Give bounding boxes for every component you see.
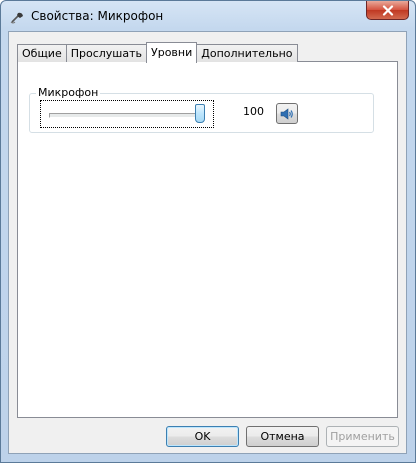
title-bar[interactable]: Свойства: Микрофон [1,1,415,31]
cancel-button[interactable]: Отмена [246,426,319,447]
levels-tab-page: Микрофон 100 [17,61,398,418]
microphone-icon [9,9,25,25]
properties-window: Свойства: Микрофон Общие Прослушать Уров… [0,0,416,463]
slider-track [49,113,205,118]
tab-advanced[interactable]: Дополнительно [196,44,298,62]
close-icon [382,4,393,16]
dialog-client-area: Общие Прослушать Уровни Дополнительно Ми… [8,31,407,454]
tab-strip: Общие Прослушать Уровни Дополнительно [17,42,298,63]
window-title: Свойства: Микрофон [31,9,164,23]
tab-general[interactable]: Общие [17,44,67,62]
apply-button[interactable]: Применить [326,426,399,447]
level-slider[interactable] [40,100,214,128]
level-value: 100 [243,105,264,118]
ok-button[interactable]: OK [166,426,239,447]
tab-listen[interactable]: Прослушать [65,44,148,62]
tab-levels[interactable]: Уровни [146,42,198,63]
close-button[interactable] [366,1,409,20]
group-label: Микрофон [36,86,101,100]
speaker-icon [280,107,293,120]
slider-thumb[interactable] [195,104,205,123]
microphone-level-group: Микрофон 100 [29,86,374,133]
mute-toggle-button[interactable] [276,103,298,124]
